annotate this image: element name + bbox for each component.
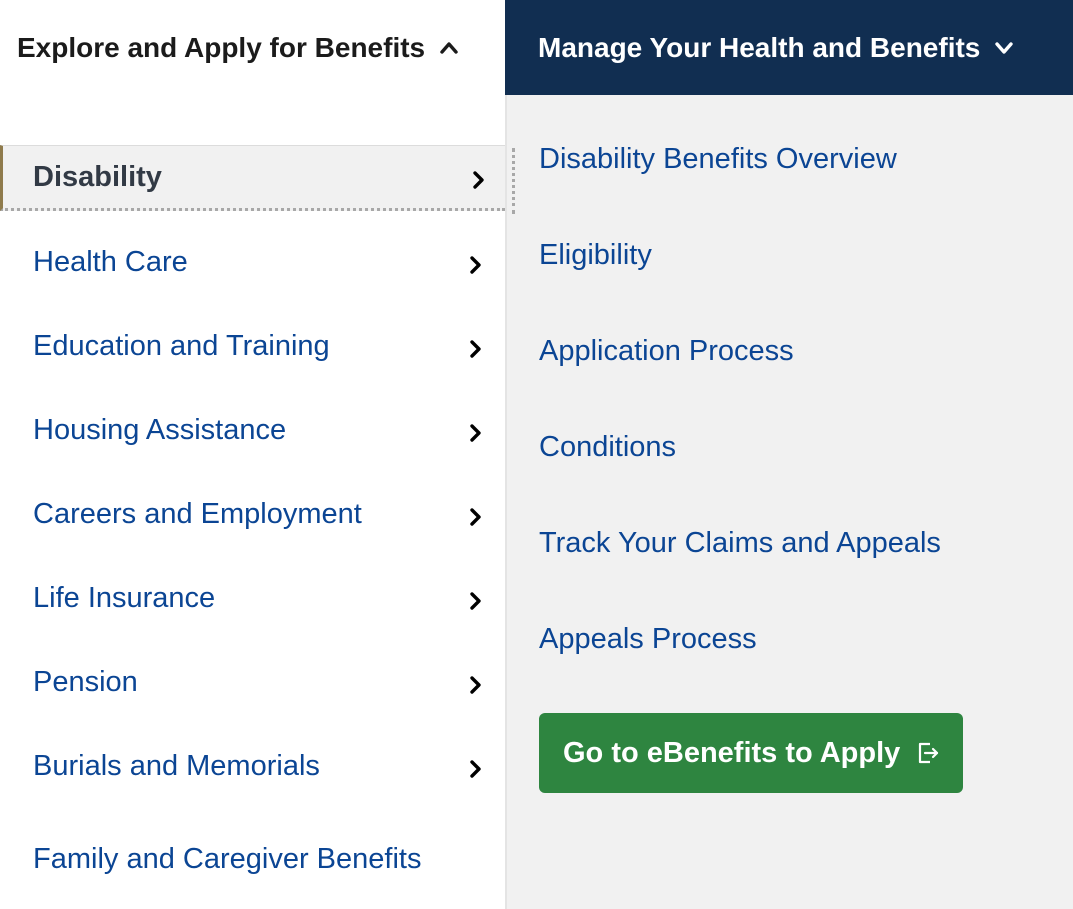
chevron-right-icon bbox=[468, 419, 484, 442]
menu-item-pension[interactable]: Pension bbox=[0, 649, 505, 715]
chevron-right-icon bbox=[468, 755, 484, 778]
chevron-right-icon bbox=[468, 587, 484, 610]
go-to-ebenefits-button[interactable]: Go to eBenefits to Apply bbox=[539, 713, 963, 793]
tab-manage-health-and-benefits[interactable]: Manage Your Health and Benefits bbox=[505, 0, 1073, 95]
menu-item-education-and-training[interactable]: Education and Training bbox=[0, 313, 505, 379]
menu-item-disability[interactable]: Disability bbox=[0, 145, 505, 211]
link-conditions[interactable]: Conditions bbox=[539, 431, 676, 464]
menu-item-burials-and-memorials[interactable]: Burials and Memorials bbox=[0, 733, 505, 799]
menu-item-label: Family and Caregiver Benefits bbox=[33, 842, 422, 875]
tab-explore-label: Explore and Apply for Benefits bbox=[17, 31, 426, 63]
menu-item-label: Health Care bbox=[33, 245, 188, 278]
chevron-down-icon bbox=[994, 38, 1014, 58]
tab-manage-label: Manage Your Health and Benefits bbox=[538, 31, 981, 63]
chevron-right-icon bbox=[471, 166, 487, 189]
cta-label: Go to eBenefits to Apply bbox=[563, 736, 901, 769]
menu-item-housing-assistance[interactable]: Housing Assistance bbox=[0, 397, 505, 463]
link-application-process[interactable]: Application Process bbox=[539, 335, 794, 368]
active-item-connector bbox=[512, 148, 516, 214]
chevron-right-icon bbox=[468, 503, 484, 526]
menu-item-label: Careers and Employment bbox=[33, 497, 362, 530]
chevron-right-icon bbox=[468, 251, 484, 274]
menu-item-label: Burials and Memorials bbox=[33, 749, 320, 782]
menu-item-careers-and-employment[interactable]: Careers and Employment bbox=[0, 481, 505, 547]
menu-item-label: Education and Training bbox=[33, 329, 330, 362]
menu-item-family-and-caregiver-benefits[interactable]: Family and Caregiver Benefits bbox=[0, 826, 505, 892]
menu-item-health-care[interactable]: Health Care bbox=[0, 229, 505, 295]
menu-item-label: Housing Assistance bbox=[33, 413, 287, 446]
menu-item-label: Disability bbox=[33, 160, 162, 193]
menu-item-label: Pension bbox=[33, 665, 138, 698]
chevron-right-icon bbox=[468, 335, 484, 358]
chevron-right-icon bbox=[468, 671, 484, 694]
link-disability-benefits-overview[interactable]: Disability Benefits Overview bbox=[539, 143, 897, 176]
tab-explore-and-apply[interactable]: Explore and Apply for Benefits bbox=[0, 0, 505, 95]
chevron-up-icon bbox=[439, 38, 459, 58]
link-appeals-process[interactable]: Appeals Process bbox=[539, 623, 757, 656]
link-track-your-claims-and-appeals[interactable]: Track Your Claims and Appeals bbox=[539, 527, 941, 560]
top-navigation: Explore and Apply for Benefits Manage Yo… bbox=[0, 0, 1073, 95]
benefits-mega-menu: Explore and Apply for Benefits Manage Yo… bbox=[0, 0, 1073, 909]
menu-item-label: Life Insurance bbox=[33, 581, 216, 614]
link-eligibility[interactable]: Eligibility bbox=[539, 239, 652, 272]
external-link-icon bbox=[916, 741, 940, 765]
menu-item-life-insurance[interactable]: Life Insurance bbox=[0, 565, 505, 631]
